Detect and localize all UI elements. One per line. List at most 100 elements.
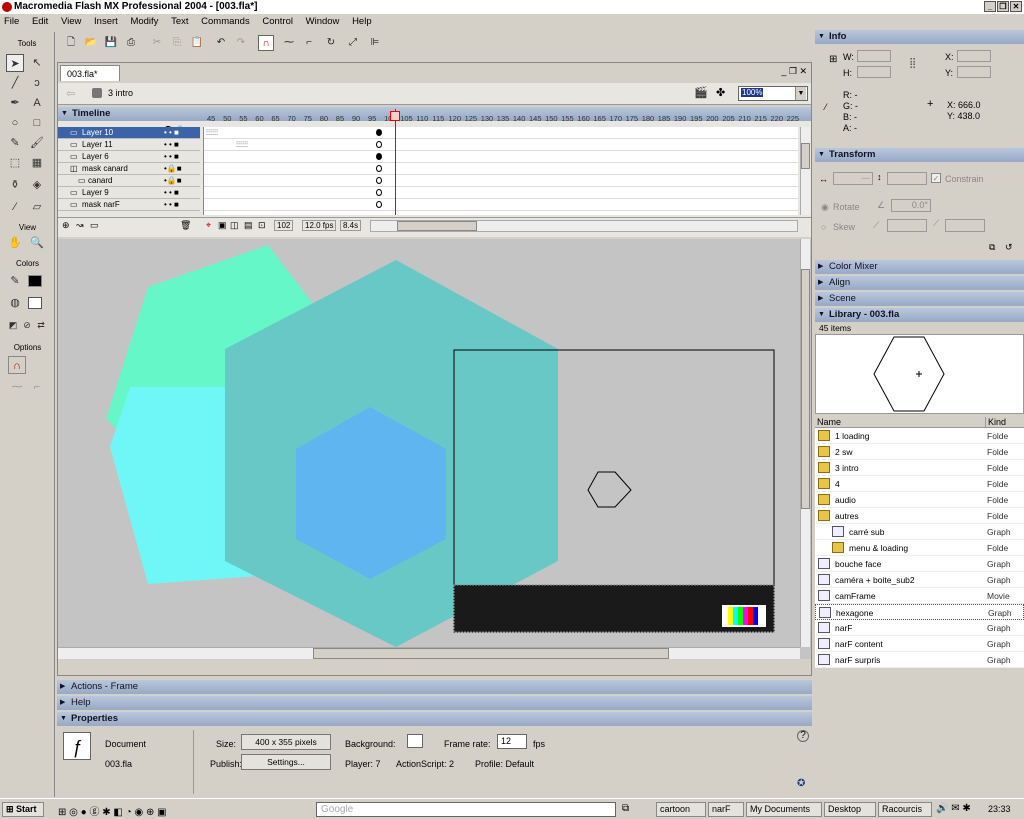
oval-tool-icon[interactable]: ○ (6, 114, 24, 132)
subselect-tool-icon[interactable]: ↖ (28, 54, 46, 72)
timeline-hscroll-thumb[interactable] (397, 221, 477, 231)
document-window-controls[interactable]: _ ❐ ✕ (781, 66, 807, 77)
insert-layer-icon[interactable]: ⊕ (62, 220, 70, 231)
task-narF[interactable]: narF (708, 802, 744, 817)
menu-modify[interactable]: Modify (130, 16, 158, 27)
frame-row[interactable] (204, 151, 798, 163)
library-item[interactable]: 2 sw Folde (815, 444, 1024, 460)
library-item[interactable]: 4 Folde (815, 476, 1024, 492)
timeline-layer[interactable]: ▭ Layer 10 • • ■ (58, 127, 200, 139)
tween-keyframes[interactable]: ⫶⫶⫶⫶⫶⫶ (236, 140, 248, 150)
frame-grid[interactable]: ⫶⫶⫶⫶⫶⫶ ⫶⫶⫶⫶⫶⫶ (203, 127, 798, 215)
menu-edit[interactable]: Edit (32, 16, 48, 27)
menu-commands[interactable]: Commands (201, 16, 250, 27)
keyframe[interactable] (376, 141, 382, 148)
size-button[interactable]: 400 x 355 pixels (241, 734, 331, 750)
swap-colors-icon[interactable]: ⇄ (32, 316, 50, 334)
timeline-vscrollbar[interactable] (800, 127, 810, 215)
transform-panel-header[interactable]: Transform (815, 148, 1024, 162)
library-item[interactable]: menu & loading Folde (815, 540, 1024, 556)
new-file-icon[interactable]: 🗋 (63, 35, 79, 51)
timeline-layer[interactable]: ◫ mask canard •🔒■ (58, 163, 200, 175)
fill-color-swatch[interactable] (28, 297, 42, 309)
hand-tool-icon[interactable]: ✋ (6, 234, 24, 252)
menu-window[interactable]: Window (306, 16, 340, 27)
library-item[interactable]: narF Graph (815, 620, 1024, 636)
fill-color-icon[interactable]: ◍ (6, 294, 24, 312)
back-arrow-icon[interactable]: ⇦ (66, 87, 75, 100)
name-column-header[interactable]: Name (817, 417, 841, 427)
scale-width-field[interactable]: --- (833, 172, 873, 185)
timeline-hscrollbar[interactable] (370, 220, 798, 232)
library-item[interactable]: autres Folde (815, 508, 1024, 524)
player-version[interactable]: Player: 7 (345, 759, 381, 769)
eraser-tool-icon[interactable]: ▱ (28, 198, 46, 216)
library-item[interactable]: caméra + boite_sub2 Graph (815, 572, 1024, 588)
task-my-documents[interactable]: My Documents (746, 802, 822, 817)
library-item[interactable]: audio Folde (815, 492, 1024, 508)
stroke-color-swatch[interactable] (28, 275, 42, 287)
quicklaunch-icons[interactable]: ⊞ ◎ ● ⓖ ✱ ◧ ◔ ◉ ⊕ ▣ (58, 803, 167, 818)
keyframe[interactable] (376, 189, 382, 196)
copy-transform-icon[interactable]: ⧉ (989, 242, 995, 253)
rotate-radio[interactable]: ◉ (821, 202, 829, 213)
frame-rate-input[interactable]: 12 (497, 734, 527, 749)
layer-status-icons[interactable]: • • ■ (164, 127, 179, 138)
properties-panel-header[interactable]: Properties (57, 712, 812, 726)
tween-keyframes[interactable]: ⫶⫶⫶⫶⫶⫶ (206, 128, 218, 138)
skew-h-field[interactable] (887, 219, 927, 232)
layer-status-icons[interactable]: •🔒■ (164, 175, 182, 186)
frame-row[interactable] (204, 199, 798, 211)
keyframe[interactable] (376, 177, 382, 184)
edit-scene-icon[interactable]: 🎬 (694, 86, 708, 99)
motion-guide-icon[interactable]: ↝ (76, 220, 84, 231)
ink-bottle-tool-icon[interactable]: ⚱ (6, 176, 24, 194)
scene-breadcrumb[interactable]: 3 intro (108, 88, 133, 98)
skew-v-field[interactable] (945, 219, 985, 232)
library-item[interactable]: 3 intro Folde (815, 460, 1024, 476)
line-tool-icon[interactable]: ╱ (6, 74, 24, 92)
timeline-layer[interactable]: ▭ Layer 11 • • ■ (58, 139, 200, 151)
menu-help[interactable]: Help (352, 16, 372, 27)
library-item[interactable]: camFrame Movie (815, 588, 1024, 604)
smooth-toolbar-icon[interactable]: ⁓ (281, 35, 297, 51)
library-item[interactable]: 1 loading Folde (815, 428, 1024, 444)
playhead[interactable] (395, 109, 396, 215)
help-panel-header[interactable]: Help (57, 696, 812, 710)
menu-insert[interactable]: Insert (94, 16, 118, 27)
document-tab[interactable]: 003.fla* (60, 65, 120, 81)
minimize-button[interactable]: _ (984, 1, 996, 12)
layer-status-icons[interactable]: • • ■ (164, 187, 179, 198)
scene-header[interactable]: Scene (815, 292, 1024, 306)
smooth-icon[interactable]: ⁓ (8, 378, 26, 396)
rectangle-tool-icon[interactable]: □ (28, 114, 46, 132)
insert-folder-icon[interactable]: ▭ (90, 220, 99, 231)
free-transform-tool-icon[interactable]: ⬚ (6, 154, 24, 172)
background-color-swatch[interactable] (407, 734, 423, 748)
menu-view[interactable]: View (61, 16, 81, 27)
restore-button[interactable]: ❐ (997, 1, 1009, 12)
settings-button[interactable]: Settings... (241, 754, 331, 770)
info-panel-header[interactable]: Info (815, 30, 1024, 44)
stage-hscrollbar[interactable] (58, 647, 800, 659)
y-field[interactable] (957, 66, 991, 78)
library-item[interactable]: bouche face Graph (815, 556, 1024, 572)
paste-icon[interactable]: 📋 (189, 35, 205, 51)
onion-outlines-icon[interactable]: ◫ (230, 220, 239, 231)
pencil-tool-icon[interactable]: ✎ (6, 134, 24, 152)
x-field[interactable] (957, 50, 991, 62)
undo-icon[interactable]: ↶ (213, 35, 229, 51)
print-icon[interactable]: ⎙ (123, 35, 139, 51)
onion-skin-icon[interactable]: ▣ (218, 220, 227, 231)
lasso-tool-icon[interactable]: ↄ (28, 74, 46, 92)
center-frame-icon[interactable]: ⌖ (206, 220, 211, 231)
actions-panel-header[interactable]: Actions - Frame (57, 680, 812, 694)
scale-height-field[interactable] (887, 172, 927, 185)
binoculars-icon[interactable]: ⧉ (622, 803, 629, 814)
color-mixer-header[interactable]: Color Mixer (815, 260, 1024, 274)
redo-icon[interactable]: ↷ (233, 35, 249, 51)
timeline-layer[interactable]: ▭ canard •🔒■ (58, 175, 200, 187)
start-button[interactable]: ⊞ Start (2, 802, 44, 817)
snap-to-objects-icon[interactable]: ∩ (258, 35, 274, 51)
timeline-vscroll-thumb[interactable] (801, 143, 810, 169)
